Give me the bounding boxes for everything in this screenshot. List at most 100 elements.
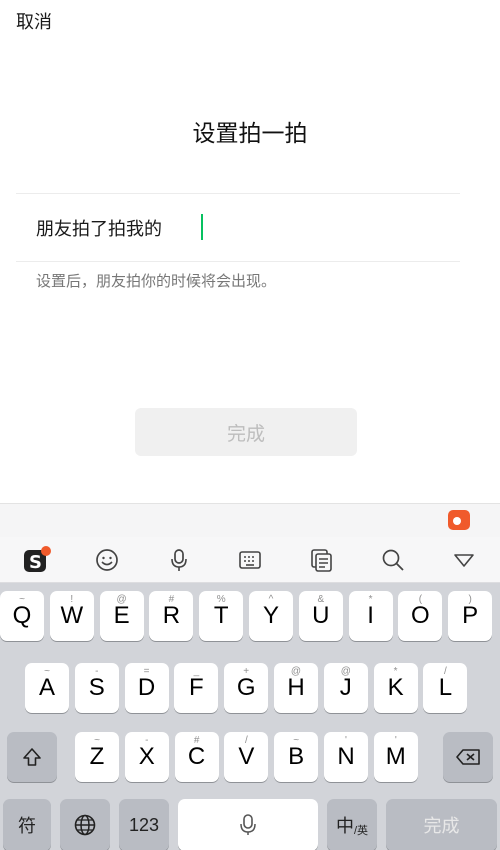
key-b[interactable]: ~ B [274,732,319,782]
done-button[interactable]: 完成 [135,408,357,456]
key-letter: O [411,602,430,629]
key-letter: M [385,743,406,770]
divider-top [16,193,460,194]
keyboard-done-key[interactable]: 完成 [386,799,497,850]
backspace-key[interactable] [443,732,493,782]
key-c[interactable]: # C [174,732,219,782]
key-letter: G [236,674,256,701]
input-row: 朋友拍了拍我的 [36,212,394,244]
key-letter: S [88,674,105,701]
sogou-logo-icon[interactable]: S [18,543,54,577]
key-y[interactable]: ^ Y [249,591,293,641]
key-hint: ' [394,735,397,746]
key-hint: / [444,666,447,677]
page-title: 设置拍一拍 [192,121,308,147]
key-letter: D [137,674,156,701]
key-z[interactable]: ~ Z [75,732,119,782]
key-letter: L [438,674,453,701]
search-icon[interactable] [375,543,411,577]
key-hint: # [193,735,200,746]
key-hint: - [95,666,99,677]
emoji-icon[interactable] [89,543,125,577]
key-hint: & [317,594,325,605]
mic-icon[interactable] [161,543,197,577]
key-hint: _ [193,666,200,677]
keyboard-icon[interactable] [232,543,268,577]
clipboard-icon[interactable] [303,543,339,577]
key-letter: E [113,602,130,629]
key-letter: W [60,602,84,629]
key-m[interactable]: ' M [373,732,418,782]
collapse-icon[interactable] [446,543,482,577]
key-l[interactable]: / L [423,663,468,713]
globe-key[interactable] [60,799,110,850]
key-e[interactable]: @ E [99,591,144,641]
keyboard-candidate-bar [0,503,500,537]
key-letter: C [187,743,206,770]
sticker-icon[interactable] [448,510,470,530]
hint-text: 设置后，朋友拍你的时候将会出现。 [36,272,277,290]
key-hint: ^ [268,594,274,605]
key-d[interactable]: = D [124,663,169,713]
svg-text:S: S [29,552,42,573]
key-hint: - [145,735,149,746]
key-hint: ~ [44,666,50,677]
key-i[interactable]: * I [348,591,393,641]
key-h[interactable]: @ H [274,663,318,713]
key-letter: H [287,674,305,701]
key-g[interactable]: + G [224,663,269,713]
key-w[interactable]: ! W [49,591,94,641]
zh-en-switch-key[interactable]: 中/英 [327,799,377,850]
key-hint: ! [70,594,74,605]
key-hint: @ [290,666,302,677]
number-key[interactable]: 123 [119,799,169,850]
key-x[interactable]: -X [124,732,169,782]
key-hint: ~ [94,735,100,746]
shift-key[interactable] [7,732,57,782]
key-n[interactable]: ' N [324,732,368,782]
key-hint: # [168,594,175,605]
key-hint: ) [468,594,472,605]
key-letter: X [138,743,155,770]
key-t[interactable]: % T [199,591,244,641]
key-letter: V [238,743,255,770]
key-letter: A [38,674,55,701]
set-pat-page: 取消 设置拍一拍 朋友拍了拍我的 设置后，朋友拍你的时候将会出现。 完成 S ~… [0,0,500,850]
key-k[interactable]: * K [373,663,418,713]
key-letter: F [189,674,204,701]
key-letter: K [387,674,404,701]
space-voice-key[interactable] [178,799,318,850]
en-sub-label: /英 [353,825,369,837]
key-p[interactable]: ) P [448,591,493,641]
key-hint: ' [345,735,347,746]
input-prefix: 朋友拍了拍我的 [36,219,162,240]
key-letter: U [312,602,330,629]
key-f[interactable]: _ F [174,663,219,713]
key-v[interactable]: / V [224,732,269,782]
key-letter: Q [12,602,32,629]
key-hint: / [245,735,248,746]
key-a[interactable]: ~ A [25,663,69,713]
key-hint: @ [116,594,127,605]
text-caret [201,214,203,240]
key-letter: T [213,602,229,629]
key-hint: = [143,666,150,677]
key-r[interactable]: # R [149,591,194,641]
key-o[interactable]: (O [398,591,443,641]
key-j[interactable]: @ J [323,663,368,713]
key-s[interactable]: -S [74,663,119,713]
key-hint: * [368,594,373,605]
keyboard-toolbar: S [0,537,500,583]
key-hint: ~ [19,594,25,605]
key-hint: % [216,594,226,605]
key-q[interactable]: ~ Q [0,591,44,641]
key-letter: B [288,743,305,770]
pat-suffix-input[interactable] [174,214,394,242]
cancel-button[interactable]: 取消 [16,8,52,34]
key-u[interactable]: & U [298,591,343,641]
key-letter: P [462,602,479,629]
symbol-key[interactable]: 符 [3,799,51,850]
zh-label: 中 [335,816,354,836]
key-hint: ~ [293,735,300,746]
key-letter: Y [262,602,279,629]
